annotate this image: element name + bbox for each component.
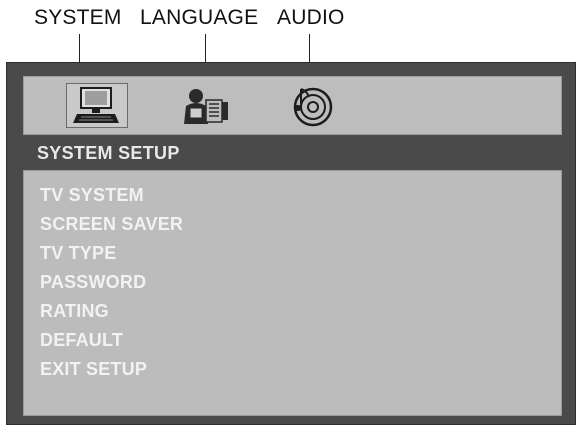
callout-language-label: LANGUAGE [140,6,259,29]
setup-menu-list: TV SYSTEM SCREEN SAVER TV TYPE PASSWORD RATI… [40,181,183,384]
menu-item-rating[interactable]: RATING [40,297,183,326]
menu-item-screen-saver[interactable]: SCREEN SAVER [40,210,183,239]
callout-labels: SYSTEM LANGUAGE AUDIO [0,0,579,90]
language-icon [184,88,228,124]
menu-item-default[interactable]: DEFAULT [40,326,183,355]
setup-menu: TV SYSTEM SCREEN SAVER TV TYPE PASSWORD RATI… [23,170,562,416]
menu-item-tv-type[interactable]: TV TYPE [40,239,183,268]
tab-audio[interactable] [279,83,339,128]
menu-item-exit-setup[interactable]: EXIT SETUP [40,355,183,384]
setup-tab-bar [23,76,562,135]
callout-audio-label: AUDIO [277,6,345,29]
tab-system[interactable] [66,83,128,128]
callout-system-label: SYSTEM [34,6,122,29]
setup-panel: SYSTEM SETUP TV SYSTEM SCREEN SAVER TV TYP… [6,62,576,425]
section-title: SYSTEM SETUP [37,143,180,163]
menu-item-tv-system[interactable]: TV SYSTEM [40,181,183,210]
tab-language[interactable] [174,83,234,128]
computer-icon [73,86,119,123]
menu-item-password[interactable]: PASSWORD [40,268,183,297]
audio-disc-icon [293,87,333,126]
